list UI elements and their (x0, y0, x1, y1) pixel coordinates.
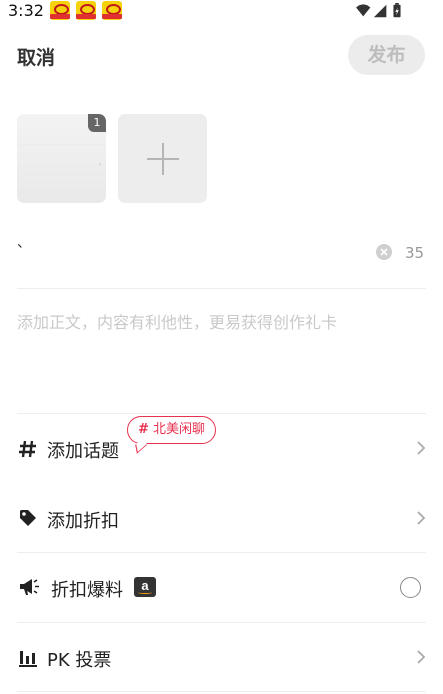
divider (17, 413, 426, 414)
divider (17, 288, 426, 289)
add-topic-label: 添加话题 (47, 441, 119, 462)
body-input[interactable]: 添加正文，内容有利他性，更易获得创作礼卡 (17, 309, 426, 333)
bar-chart-icon (19, 651, 37, 667)
thumbnail-mark: ◦ (98, 161, 103, 169)
divider (17, 552, 426, 553)
hashtag-icon: # (138, 422, 149, 437)
chevron-right-icon (417, 511, 426, 525)
divider (17, 691, 426, 692)
suggested-topic-label: 北美闲聊 (153, 422, 206, 437)
image-thumbnail[interactable]: 1 ◦ (17, 114, 106, 203)
plus-icon (147, 143, 179, 175)
hashtag-icon (19, 440, 36, 458)
notification-icon (50, 1, 70, 20)
header: 取消 发布 (0, 34, 443, 78)
deal-radio-button[interactable] (400, 577, 421, 598)
chevron-right-icon (417, 441, 426, 455)
add-image-button[interactable] (118, 114, 207, 203)
suggested-topic-tag[interactable]: # 北美闲聊 (127, 416, 217, 444)
tag-icon (20, 510, 36, 526)
amazon-icon: a (134, 577, 156, 597)
image-count-badge: 1 (88, 114, 106, 132)
title-input[interactable]: 、 (17, 232, 357, 262)
deal-report-row[interactable]: 折扣爆料 (0, 557, 443, 617)
add-topic-row[interactable]: 添加话题 (0, 418, 443, 478)
notification-icon (102, 1, 122, 20)
chevron-right-icon (417, 650, 426, 664)
deal-report-label: 折扣爆料 (51, 580, 123, 601)
add-discount-row[interactable]: 添加折扣 (0, 488, 443, 548)
status-time: 3:32 (8, 1, 44, 20)
clear-icon[interactable] (376, 244, 392, 260)
publish-button[interactable]: 发布 (348, 35, 425, 75)
cancel-button[interactable]: 取消 (17, 43, 55, 70)
signal-battery-icons (356, 3, 401, 18)
pk-poll-row[interactable]: PK 投票 (0, 627, 443, 687)
divider (17, 622, 426, 623)
notification-icon (76, 1, 96, 20)
add-discount-label: 添加折扣 (47, 511, 119, 532)
pk-poll-label: PK 投票 (47, 650, 112, 671)
megaphone-icon (20, 579, 39, 595)
char-counter: 35 (405, 244, 425, 262)
status-bar: 3:32 (0, 0, 443, 24)
